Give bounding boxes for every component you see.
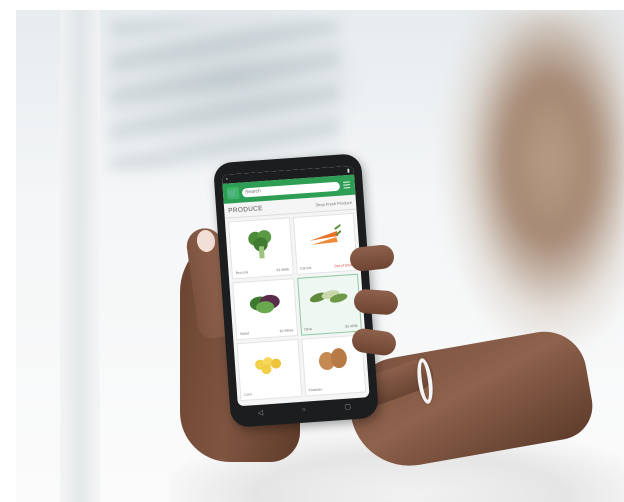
smartphone: • ▮ 🛒 ☰ PRODUCE Shop Fresh Produce Brocc… — [212, 153, 380, 428]
cart-logo-icon[interactable]: 🛒 — [226, 186, 240, 200]
section-link[interactable]: Shop Fresh Produce — [315, 199, 352, 207]
okra-icon — [310, 290, 348, 303]
carrot-icon — [309, 223, 342, 245]
product-price: $2.99/ea — [279, 328, 294, 334]
section-title: PRODUCE — [228, 204, 264, 215]
product-card-okra[interactable]: Okra $3.49/lb — [296, 273, 363, 336]
potato-icon — [319, 348, 348, 370]
hamburger-menu-icon[interactable]: ☰ — [342, 179, 351, 190]
product-price: $1.99/lb — [276, 267, 290, 273]
product-card-corn[interactable]: Corn — [236, 338, 302, 402]
salad-icon — [249, 294, 280, 314]
left-finger-2 — [353, 288, 399, 316]
corn-icon — [254, 357, 281, 375]
product-name: Broccoli — [235, 270, 249, 276]
status-dot: • — [225, 175, 229, 183]
home-circle-icon[interactable]: ○ — [301, 406, 306, 413]
window-frame — [60, 10, 100, 502]
product-card-salad[interactable]: Salad $2.99/ea — [232, 278, 298, 341]
back-triangle-icon[interactable]: ◁ — [257, 409, 264, 417]
search-input[interactable] — [241, 181, 341, 198]
broccoli-icon — [248, 230, 271, 259]
product-card-broccoli[interactable]: Broccoli $1.99/lb — [228, 217, 294, 280]
phone-screen: • ▮ 🛒 ☰ PRODUCE Shop Fresh Produce Brocc… — [221, 165, 370, 407]
background-stairs — [110, 20, 340, 170]
recent-square-icon[interactable]: ▢ — [344, 402, 351, 410]
product-name: Okra — [304, 326, 312, 332]
photo: • ▮ 🛒 ☰ PRODUCE Shop Fresh Produce Brocc… — [0, 0, 624, 502]
product-card-carrots[interactable]: Carrots Out of Stock — [292, 212, 358, 275]
product-name: Salad — [239, 331, 249, 337]
product-grid: Broccoli $1.99/lb Carrots Out of Stock S… — [225, 210, 370, 405]
status-icons: ▮ — [346, 167, 350, 174]
left-finger-1 — [348, 243, 396, 273]
product-name: Potatoes — [308, 387, 323, 393]
product-price: $3.49/lb — [345, 323, 358, 329]
product-name: Carrots — [299, 265, 312, 271]
product-name: Corn — [244, 392, 252, 397]
